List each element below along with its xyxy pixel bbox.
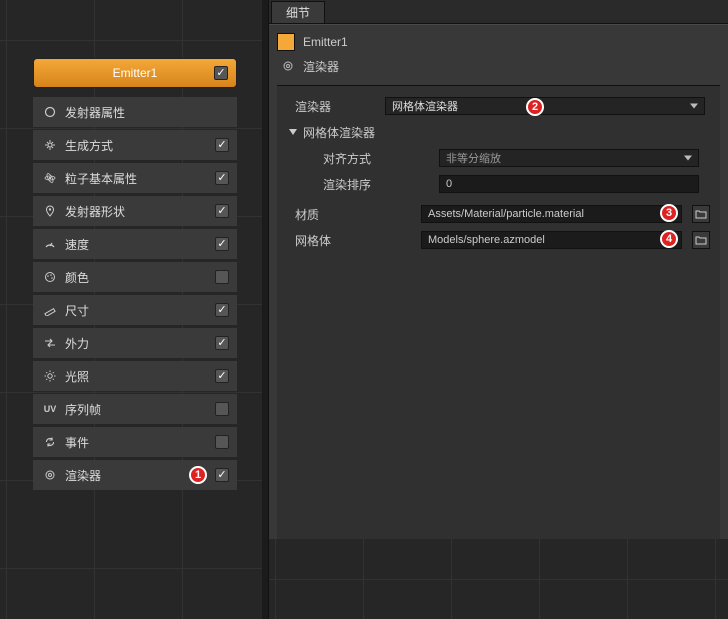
sidebar-item-spawn[interactable]: 生成方式 xyxy=(33,130,237,160)
prop-material: 材质 Assets/Material/particle.material 3 xyxy=(295,204,710,224)
sun-icon xyxy=(43,369,57,383)
sidebar-item-label: 发射器形状 xyxy=(65,203,207,220)
arrows-icon xyxy=(43,336,57,350)
sidebar-item-checkbox[interactable] xyxy=(215,237,229,251)
sidebar-item-size[interactable]: 尺寸 xyxy=(33,295,237,325)
mesh-browse-button[interactable] xyxy=(692,231,710,249)
prop-renderer: 渲染器 网格体渲染器 2 xyxy=(295,96,710,116)
prop-mesh: 网格体 Models/sphere.azmodel 4 xyxy=(295,230,710,250)
callout-4: 4 xyxy=(660,230,678,248)
renderer-icon xyxy=(281,59,295,73)
sidebar-item-label: 外力 xyxy=(65,335,207,352)
mesh-value: Models/sphere.azmodel xyxy=(428,234,545,246)
detail-properties: 渲染器 网格体渲染器 2 网格体渲染器 对齐方式 非等分缩放 渲染排 xyxy=(277,85,720,549)
align-dropdown[interactable]: 非等分缩放 xyxy=(439,149,699,167)
order-input[interactable]: 0 xyxy=(439,175,699,193)
refresh-icon xyxy=(43,435,57,449)
sidebar-item-label: 尺寸 xyxy=(65,302,207,319)
material-input[interactable]: Assets/Material/particle.material xyxy=(421,205,682,223)
sidebar-item-label: 颜色 xyxy=(65,269,207,286)
callout-2: 2 xyxy=(526,98,544,116)
callout-1: 1 xyxy=(189,466,207,484)
sidebar-item-label: 速度 xyxy=(65,236,207,253)
color-swatch[interactable] xyxy=(277,33,295,51)
section-mesh-renderer[interactable]: 网格体渲染器 xyxy=(289,122,710,142)
sidebar-item-label: 序列帧 xyxy=(65,401,207,418)
sidebar-item-checkbox[interactable] xyxy=(215,138,229,152)
sidebar-item-checkbox[interactable] xyxy=(215,468,229,482)
sidebar-item-label: 发射器属性 xyxy=(65,104,229,121)
material-browse-button[interactable] xyxy=(692,205,710,223)
align-dropdown-value: 非等分缩放 xyxy=(446,150,501,166)
uv-icon: UV xyxy=(43,402,57,416)
sidebar-item-particle-base[interactable]: 粒子基本属性 xyxy=(33,163,237,193)
detail-object-name: Emitter1 xyxy=(303,35,348,49)
sidebar-item-emitter-props[interactable]: 发射器属性 xyxy=(33,97,237,127)
sidebar-item-label: 生成方式 xyxy=(65,137,207,154)
module-sidebar: Emitter1 发射器属性 生成方式 粒子基本属性 发射器形状 速度 xyxy=(0,0,262,619)
sidebar-item-label: 光照 xyxy=(65,368,207,385)
sidebar-item-renderer[interactable]: 渲染器 1 xyxy=(33,460,237,490)
sidebar-item-light[interactable]: 光照 xyxy=(33,361,237,391)
sidebar-list: Emitter1 发射器属性 生成方式 粒子基本属性 发射器形状 速度 xyxy=(33,58,237,490)
prop-label-order: 渲染排序 xyxy=(295,176,433,193)
details-body: Emitter1 渲染器 渲染器 网格体渲染器 2 网格体渲染器 对齐方式 xyxy=(269,24,728,619)
sidebar-item-checkbox[interactable] xyxy=(215,435,229,449)
tab-details[interactable]: 细节 xyxy=(271,1,325,23)
sidebar-item-checkbox[interactable] xyxy=(215,303,229,317)
sidebar-item-force[interactable]: 外力 xyxy=(33,328,237,358)
emitter-header-checkbox[interactable] xyxy=(214,66,228,80)
prop-label-align: 对齐方式 xyxy=(295,150,433,167)
mesh-input[interactable]: Models/sphere.azmodel xyxy=(421,231,682,249)
sidebar-item-checkbox[interactable] xyxy=(215,336,229,350)
prop-align: 对齐方式 非等分缩放 xyxy=(295,148,710,168)
sidebar-item-checkbox[interactable] xyxy=(215,171,229,185)
renderer-dropdown[interactable]: 网格体渲染器 2 xyxy=(385,97,705,115)
ruler-icon xyxy=(43,303,57,317)
sidebar-item-uv[interactable]: UV 序列帧 xyxy=(33,394,237,424)
pin-icon xyxy=(43,204,57,218)
gauge-icon xyxy=(43,237,57,251)
sidebar-item-velocity[interactable]: 速度 xyxy=(33,229,237,259)
material-value: Assets/Material/particle.material xyxy=(428,208,584,220)
detail-section-label: 渲染器 xyxy=(303,58,339,75)
prop-label-material: 材质 xyxy=(295,206,379,223)
chevron-down-icon xyxy=(690,104,698,109)
renderer-icon xyxy=(43,468,57,482)
sparks-icon xyxy=(43,138,57,152)
sidebar-item-checkbox[interactable] xyxy=(215,402,229,416)
circle-icon xyxy=(43,105,57,119)
sidebar-item-shape[interactable]: 发射器形状 xyxy=(33,196,237,226)
detail-object-row: Emitter1 xyxy=(277,31,720,53)
callout-3: 3 xyxy=(660,204,678,222)
sidebar-item-color[interactable]: 颜色 xyxy=(33,262,237,292)
emitter-header-label: Emitter1 xyxy=(113,66,158,80)
renderer-dropdown-value: 网格体渲染器 xyxy=(392,98,458,114)
prop-label-mesh: 网格体 xyxy=(295,232,379,249)
sidebar-item-label: 渲染器 xyxy=(65,467,207,484)
sidebar-item-checkbox[interactable] xyxy=(215,270,229,284)
emitter-header[interactable]: Emitter1 xyxy=(33,58,237,88)
folder-icon xyxy=(695,235,707,245)
palette-icon xyxy=(43,270,57,284)
sidebar-item-checkbox[interactable] xyxy=(215,204,229,218)
tab-bar: 细节 xyxy=(269,0,728,24)
folder-icon xyxy=(695,209,707,219)
details-panel: 细节 Emitter1 渲染器 渲染器 网格体渲染器 2 网格体渲染器 xyxy=(268,0,728,619)
order-value: 0 xyxy=(446,178,452,190)
chevron-down-icon xyxy=(684,156,692,161)
prop-label-renderer: 渲染器 xyxy=(295,98,379,115)
sidebar-item-checkbox[interactable] xyxy=(215,369,229,383)
sidebar-item-label: 粒子基本属性 xyxy=(65,170,207,187)
detail-section-renderer[interactable]: 渲染器 xyxy=(277,55,720,77)
sidebar-item-event[interactable]: 事件 xyxy=(33,427,237,457)
grid-background-bottom xyxy=(269,539,728,619)
tab-label: 细节 xyxy=(286,4,310,21)
prop-order: 渲染排序 0 xyxy=(295,174,710,194)
atom-icon xyxy=(43,171,57,185)
triangle-down-icon xyxy=(289,129,297,135)
sidebar-item-label: 事件 xyxy=(65,434,207,451)
section-mesh-label: 网格体渲染器 xyxy=(303,124,375,141)
